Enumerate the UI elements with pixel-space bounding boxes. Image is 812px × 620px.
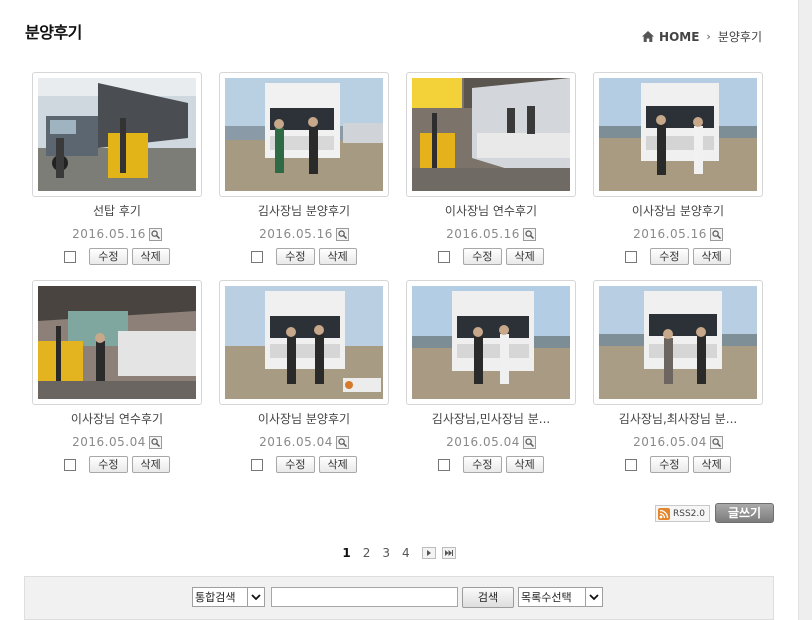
zoom-icon[interactable] [522, 435, 536, 449]
thumbnail-frame[interactable] [219, 280, 389, 405]
page-link-2[interactable]: 2 [363, 546, 371, 560]
thumbnail-image[interactable] [225, 78, 383, 191]
last-page-icon[interactable] [441, 547, 456, 559]
thumbnail-frame[interactable] [219, 72, 389, 197]
page-link-1[interactable]: 1 [342, 546, 350, 560]
post-title[interactable]: 김사장님,최사장님 분... [593, 412, 763, 427]
thumbnail-frame[interactable] [32, 280, 202, 405]
delete-button[interactable]: 삭제 [692, 248, 731, 265]
thumbnail-image[interactable] [38, 286, 196, 399]
next-page-icon[interactable] [421, 547, 436, 559]
page-title: 분양후기 [25, 23, 82, 42]
delete-button[interactable]: 삭제 [131, 456, 170, 473]
gallery-card: 이사장님 연수후기 2016.05.16 수정 삭제 [406, 72, 576, 265]
delete-button[interactable]: 삭제 [318, 456, 357, 473]
post-title[interactable]: 선탑 후기 [32, 204, 202, 219]
rss-icon [658, 507, 670, 520]
edit-button[interactable]: 수정 [89, 456, 128, 473]
thumbnail-image[interactable] [225, 286, 383, 399]
zoom-icon[interactable] [709, 435, 723, 449]
search-bar: 통합검색 검색 목록수선택 [24, 576, 774, 620]
post-title[interactable]: 이사장님 분양후기 [593, 204, 763, 219]
thumbnail-image[interactable] [38, 78, 196, 191]
thumbnail-image[interactable] [599, 78, 757, 191]
write-button[interactable]: 글쓰기 [715, 503, 774, 523]
rss-label: RSS2.0 [673, 508, 705, 519]
search-scope-select[interactable]: 통합검색 [192, 587, 265, 607]
delete-button[interactable]: 삭제 [505, 248, 544, 265]
post-title[interactable]: 이사장님 연수후기 [32, 412, 202, 427]
thumbnail-frame[interactable] [593, 280, 763, 405]
gallery-card: 이사장님 분양후기 2016.05.04 수정 삭제 [219, 280, 389, 473]
post-date: 2016.05.16 [72, 227, 146, 241]
post-title[interactable]: 이사장님 연수후기 [406, 204, 576, 219]
edit-button[interactable]: 수정 [463, 456, 502, 473]
post-date: 2016.05.04 [446, 435, 520, 449]
select-checkbox[interactable] [438, 250, 451, 263]
breadcrumb: HOME › 분양후기 [642, 28, 762, 45]
edit-button[interactable]: 수정 [276, 456, 315, 473]
delete-button[interactable]: 삭제 [505, 456, 544, 473]
page-link-3[interactable]: 3 [382, 546, 390, 560]
thumbnail-frame[interactable] [593, 72, 763, 197]
chevron-down-icon[interactable] [585, 588, 602, 606]
edit-button[interactable]: 수정 [276, 248, 315, 265]
zoom-icon[interactable] [522, 227, 536, 241]
zoom-icon[interactable] [709, 227, 723, 241]
thumbnail-image[interactable] [412, 78, 570, 191]
gallery-card: 선탑 후기 2016.05.16 수정 삭제 [32, 72, 202, 265]
select-checkbox[interactable] [625, 458, 638, 471]
edit-button[interactable]: 수정 [650, 248, 689, 265]
post-title[interactable]: 김사장님 분양후기 [219, 204, 389, 219]
zoom-icon[interactable] [148, 227, 162, 241]
post-date: 2016.05.16 [259, 227, 333, 241]
chevron-down-icon[interactable] [247, 588, 264, 606]
select-checkbox[interactable] [251, 458, 264, 471]
edit-button[interactable]: 수정 [463, 248, 502, 265]
select-checkbox[interactable] [438, 458, 451, 471]
delete-button[interactable]: 삭제 [692, 456, 731, 473]
thumbnail-frame[interactable] [32, 72, 202, 197]
select-checkbox[interactable] [64, 458, 77, 471]
delete-button[interactable]: 삭제 [318, 248, 357, 265]
zoom-icon[interactable] [335, 227, 349, 241]
rss-button[interactable]: RSS2.0 [655, 505, 710, 522]
select-checkbox[interactable] [64, 250, 77, 263]
post-date: 2016.05.04 [633, 435, 707, 449]
gallery-card: 이사장님 연수후기 2016.05.04 수정 삭제 [32, 280, 202, 473]
page-scrollbar[interactable] [798, 0, 812, 620]
list-count-value: 목록수선택 [521, 591, 572, 604]
post-title[interactable]: 김사장님,민사장님 분... [406, 412, 576, 427]
post-date: 2016.05.04 [259, 435, 333, 449]
post-date: 2016.05.04 [72, 435, 146, 449]
edit-button[interactable]: 수정 [650, 456, 689, 473]
search-input[interactable] [271, 587, 458, 607]
select-checkbox[interactable] [625, 250, 638, 263]
pagination: 1 2 3 4 [0, 546, 798, 560]
post-title[interactable]: 이사장님 분양후기 [219, 412, 389, 427]
gallery-card: 이사장님 분양후기 2016.05.16 수정 삭제 [593, 72, 763, 265]
delete-button[interactable]: 삭제 [131, 248, 170, 265]
page-link-4[interactable]: 4 [402, 546, 410, 560]
zoom-icon[interactable] [335, 435, 349, 449]
search-button[interactable]: 검색 [462, 587, 514, 608]
post-date: 2016.05.16 [446, 227, 520, 241]
breadcrumb-home-link[interactable]: HOME [659, 30, 699, 44]
edit-button[interactable]: 수정 [89, 248, 128, 265]
thumbnail-frame[interactable] [406, 280, 576, 405]
home-icon [642, 31, 655, 42]
thumbnail-frame[interactable] [406, 72, 576, 197]
search-scope-value: 통합검색 [195, 591, 236, 604]
breadcrumb-current: 분양후기 [717, 30, 762, 44]
zoom-icon[interactable] [148, 435, 162, 449]
chevron-right-icon: › [706, 30, 711, 43]
list-count-select[interactable]: 목록수선택 [518, 587, 603, 607]
gallery-card: 김사장님,최사장님 분... 2016.05.04 수정 삭제 [593, 280, 763, 473]
gallery-card: 김사장님,민사장님 분... 2016.05.04 수정 삭제 [406, 280, 576, 473]
thumbnail-image[interactable] [599, 286, 757, 399]
post-date: 2016.05.16 [633, 227, 707, 241]
select-checkbox[interactable] [251, 250, 264, 263]
gallery-card: 김사장님 분양후기 2016.05.16 수정 삭제 [219, 72, 389, 265]
thumbnail-image[interactable] [412, 286, 570, 399]
